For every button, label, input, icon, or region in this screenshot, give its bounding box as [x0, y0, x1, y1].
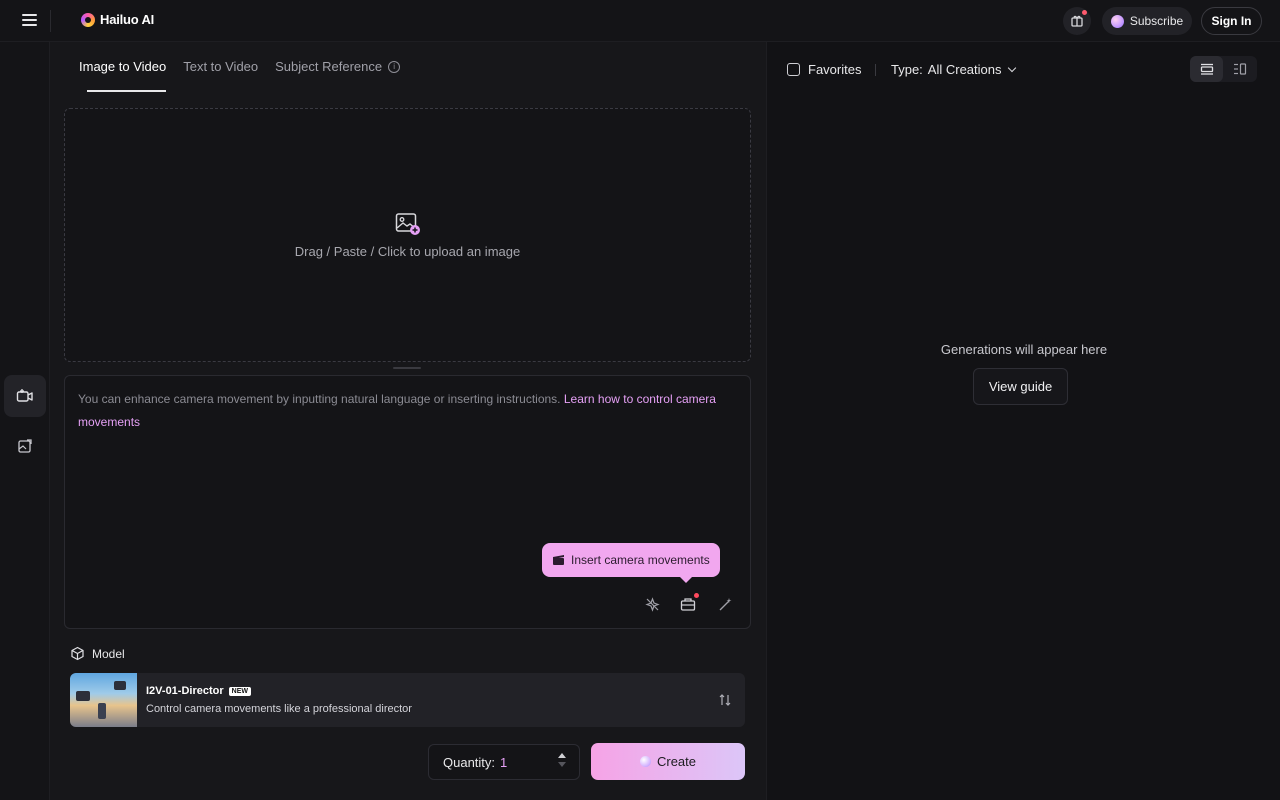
menu-icon[interactable] — [22, 14, 37, 26]
gem-icon — [1110, 14, 1124, 28]
magic-wand-icon — [719, 597, 731, 610]
view-guide-button[interactable]: View guide — [973, 368, 1068, 405]
empty-state-text: Generations will appear here — [940, 342, 1108, 357]
camera-movement-icon — [680, 598, 696, 611]
video-camera-icon — [16, 389, 33, 402]
gift-icon — [1071, 15, 1083, 27]
rail-item-image-edit[interactable] — [4, 425, 46, 467]
active-tab-indicator — [87, 90, 166, 92]
increment-icon[interactable] — [558, 753, 566, 758]
image-edit-icon — [18, 439, 32, 453]
tab-text-to-video[interactable]: Text to Video — [183, 59, 258, 74]
clapperboard-icon — [553, 555, 564, 565]
insert-camera-movements-tooltip: Insert camera movements — [542, 543, 720, 583]
model-section-label: Model — [70, 646, 125, 661]
gallery-panel: Favorites Type: All Creations Generation… — [766, 42, 1280, 800]
resize-handle[interactable] — [393, 367, 421, 369]
model-thumbnail — [70, 673, 137, 727]
prompt-textarea[interactable]: You can enhance camera movement by input… — [64, 375, 751, 629]
tab-image-to-video[interactable]: Image to Video — [79, 59, 166, 74]
grid-view-icon — [1233, 63, 1246, 75]
subscribe-button[interactable]: Subscribe — [1102, 7, 1192, 35]
logo[interactable]: Hailuo AI — [81, 12, 154, 27]
new-feature-dot — [694, 593, 699, 598]
favorites-label: Favorites — [808, 62, 862, 77]
create-button[interactable]: Create — [591, 743, 745, 780]
favorites-checkbox[interactable] — [787, 63, 800, 76]
divider — [875, 64, 876, 76]
logo-text: Hailuo AI — [100, 12, 155, 27]
prompt-placeholder-text: You can enhance camera movement by input… — [78, 392, 561, 406]
add-image-icon — [395, 212, 420, 235]
divider — [50, 10, 51, 32]
grid-view-button[interactable] — [1223, 56, 1256, 82]
magic-wand-button[interactable] — [714, 593, 736, 615]
list-view-icon — [1200, 63, 1213, 75]
create-label: Create — [656, 754, 697, 769]
quantity-label: Quantity: — [443, 754, 496, 770]
view-mode-toggle — [1190, 56, 1257, 82]
tooltip-text: Insert camera movements — [571, 553, 710, 567]
chevron-down-icon — [1007, 63, 1016, 73]
model-label-text: Model — [92, 646, 125, 661]
camera-movements-button[interactable] — [677, 593, 699, 615]
cube-icon — [71, 646, 84, 661]
rail-item-video-generation[interactable] — [4, 375, 46, 417]
left-rail — [0, 42, 50, 800]
info-icon[interactable]: i — [388, 60, 401, 73]
notification-dot — [1082, 10, 1087, 15]
model-name-text: I2V-01-Director — [146, 685, 224, 697]
sparkle-off-icon — [644, 596, 660, 612]
upload-instructions: Drag / Paste / Click to upload an image — [294, 243, 521, 259]
model-description: Control camera movements like a professi… — [146, 703, 412, 715]
quantity-value: 1 — [500, 754, 508, 770]
type-label: Type: — [891, 62, 923, 77]
creation-panel: Image to Video Text to Video Subject Ref… — [50, 42, 766, 800]
notification-button[interactable] — [1063, 7, 1091, 35]
type-value: All Creations — [927, 62, 1002, 77]
quantity-arrows — [557, 753, 567, 773]
type-filter-dropdown[interactable]: Type: All Creations — [891, 62, 1016, 77]
image-upload-dropzone[interactable]: Drag / Paste / Click to upload an image — [64, 108, 751, 362]
quantity-stepper[interactable]: Quantity: 1 — [428, 744, 580, 780]
top-bar: Hailuo AI Subscribe Sign In — [0, 0, 1280, 42]
decrement-icon[interactable] — [558, 762, 566, 767]
settings-sliders-icon[interactable] — [717, 692, 733, 708]
tab-subject-reference-label: Subject Reference — [275, 59, 383, 74]
auto-enhance-button[interactable] — [641, 593, 663, 615]
tab-subject-reference[interactable]: Subject Reference i — [275, 59, 401, 74]
prompt-placeholder: You can enhance camera movement by input… — [78, 388, 718, 434]
list-view-button[interactable] — [1190, 56, 1223, 82]
tab-bar: Image to Video Text to Video Subject Ref… — [79, 59, 401, 74]
subscribe-label: Subscribe — [1129, 14, 1184, 28]
logo-icon — [81, 12, 95, 27]
model-name: I2V-01-Director NEW — [146, 685, 251, 697]
new-badge: NEW — [228, 686, 251, 696]
model-selector[interactable]: I2V-01-Director NEW Control camera movem… — [70, 673, 745, 727]
favorites-filter[interactable]: Favorites — [787, 62, 861, 77]
credits-gem-icon — [639, 756, 651, 767]
sign-in-button[interactable]: Sign In — [1201, 7, 1262, 35]
